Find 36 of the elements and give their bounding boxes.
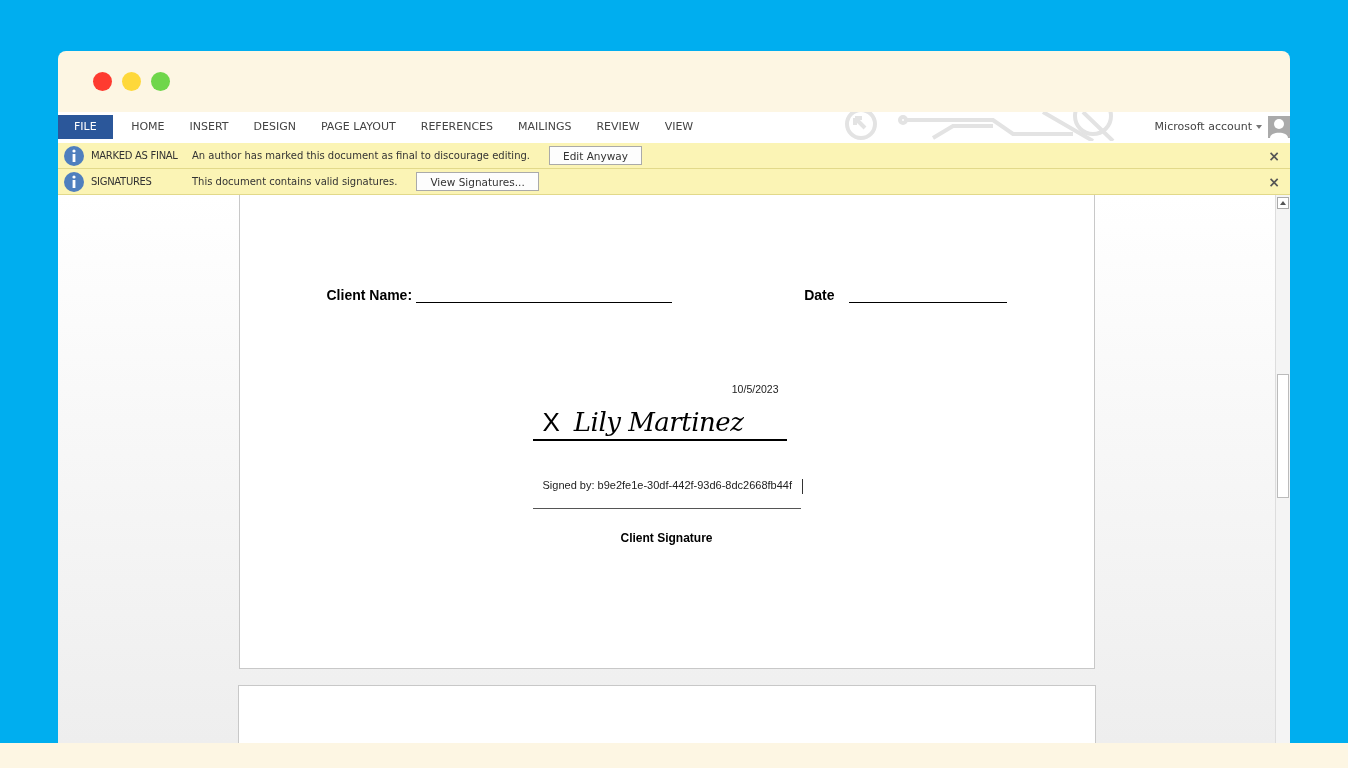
bar-action-button[interactable]: View Signatures...: [416, 172, 539, 191]
minimize-window-icon[interactable]: [122, 72, 141, 91]
account-menu[interactable]: Microsoft account: [1154, 120, 1268, 133]
info-icon: [64, 145, 84, 166]
close-window-icon[interactable]: [93, 72, 112, 91]
signature-caption: Client Signature: [620, 531, 713, 545]
ribbon-tab[interactable]: PAGE LAYOUT: [308, 114, 409, 139]
bar-action-button[interactable]: Edit Anyway: [549, 146, 642, 165]
avatar-icon[interactable]: [1268, 115, 1290, 138]
scroll-up-button[interactable]: [1277, 197, 1289, 209]
caret-icon: [1256, 124, 1262, 129]
bar-message: An author has marked this document as final to discourage editing.: [192, 150, 530, 161]
bar-title: SIGNATURES: [91, 176, 153, 187]
bar-title: MARKED AS FINAL: [91, 150, 179, 161]
ribbon-tab[interactable]: DESIGN: [241, 114, 309, 139]
close-button[interactable]: ×: [1264, 173, 1284, 190]
ribbon-tab[interactable]: REFERENCES: [408, 114, 506, 139]
ribbon-tab[interactable]: INSERT: [177, 114, 241, 139]
info-icon: [64, 171, 84, 192]
close-button[interactable]: ×: [1264, 147, 1284, 164]
scrollbar[interactable]: [1275, 195, 1290, 743]
bar-message: This document contains valid signatures.: [192, 176, 398, 187]
scroll-thumb[interactable]: [1277, 374, 1289, 498]
field-label: Client Name:: [326, 287, 413, 303]
signature-date: 10/5/2023: [731, 383, 779, 395]
ribbon-tab[interactable]: FILE: [58, 114, 113, 139]
field-label: Date: [804, 287, 835, 303]
ribbon-tab[interactable]: REVIEW: [583, 114, 653, 139]
ribbon-tab[interactable]: VIEW: [652, 114, 706, 139]
signature-mark: X: [542, 409, 560, 435]
signer-id: Signed by: b9e2fe1e-30df-442f-93d6-8dc2668fb44f: [532, 479, 801, 494]
up-arrow-icon: [1280, 201, 1286, 205]
ribbon-tab[interactable]: MAILINGS: [505, 114, 584, 139]
signature-name: Lily Martinez: [573, 409, 744, 435]
ribbon-tab[interactable]: HOME: [118, 114, 178, 139]
zoom-window-icon[interactable]: [151, 72, 170, 91]
